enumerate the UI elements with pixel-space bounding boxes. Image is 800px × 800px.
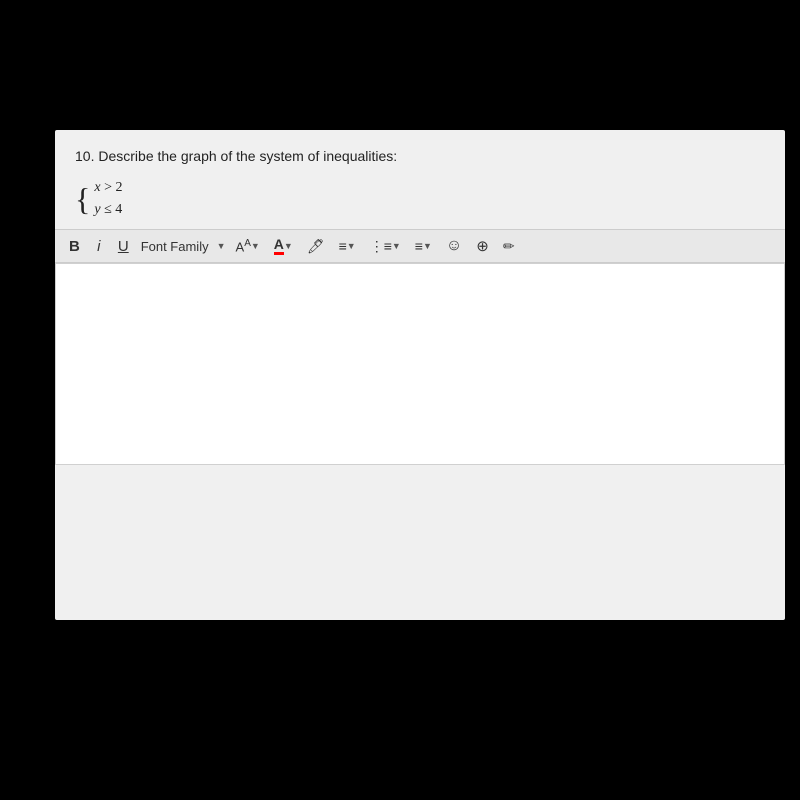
emoji-icon: ☺ [446, 237, 462, 255]
highlight-button[interactable]: 🖊 [303, 236, 329, 257]
align-arrow-icon: ▼ [347, 241, 356, 251]
bullet-list-icon: ⋮≡ [370, 238, 392, 255]
ordered-arrow-icon: ▼ [423, 241, 432, 251]
font-size-button[interactable]: AA ▼ [232, 236, 264, 256]
question-description: Describe the graph of the system of ineq… [98, 148, 397, 164]
question-area: 10. Describe the graph of the system of … [55, 130, 785, 229]
question-number: 10. [75, 148, 94, 164]
link-icon: ⊕ [476, 237, 489, 255]
question-text: 10. Describe the graph of the system of … [75, 148, 765, 164]
bullet-arrow-icon: ▼ [392, 241, 401, 251]
equation-1: x > 2 [94, 178, 122, 198]
equations: x > 2 y ≤ 4 [94, 178, 122, 219]
answer-editor [55, 263, 785, 465]
underline-button[interactable]: U [114, 236, 133, 257]
bullet-list-button[interactable]: ⋮≡ ▼ [366, 236, 405, 257]
ordered-list-icon: ≡ [415, 238, 423, 254]
math-system: { x > 2 y ≤ 4 [75, 178, 765, 219]
align-button[interactable]: ≡ ▼ [335, 236, 360, 256]
align-icon: ≡ [339, 238, 347, 254]
edit-icon: ✏ [503, 238, 515, 255]
editor-input[interactable] [56, 264, 784, 464]
font-family-label: Font Family [141, 239, 209, 254]
font-color-icon: A [274, 237, 284, 255]
aa-arrow-icon: ▼ [251, 241, 260, 251]
italic-button[interactable]: i [90, 236, 108, 257]
font-color-arrow-icon: ▼ [284, 241, 293, 251]
emoji-button[interactable]: ☺ [442, 235, 466, 257]
left-brace-icon: { [75, 183, 90, 215]
link-button[interactable]: ⊕ [472, 235, 493, 257]
highlight-icon: 🖊 [307, 238, 325, 255]
equation-2: y ≤ 4 [94, 200, 122, 220]
edit-button[interactable]: ✏ [499, 236, 519, 257]
text-editor-toolbar: B i U Font Family ▼ AA ▼ A ▼ 🖊 ≡ ▼ ⋮≡ ▼ … [55, 229, 785, 263]
bold-button[interactable]: B [65, 236, 84, 257]
font-family-arrow-icon: ▼ [217, 241, 226, 251]
aa-label: AA [236, 238, 251, 254]
font-color-button[interactable]: A ▼ [270, 235, 297, 257]
main-screen: 10. Describe the graph of the system of … [55, 130, 785, 620]
ordered-list-button[interactable]: ≡ ▼ [411, 236, 436, 256]
